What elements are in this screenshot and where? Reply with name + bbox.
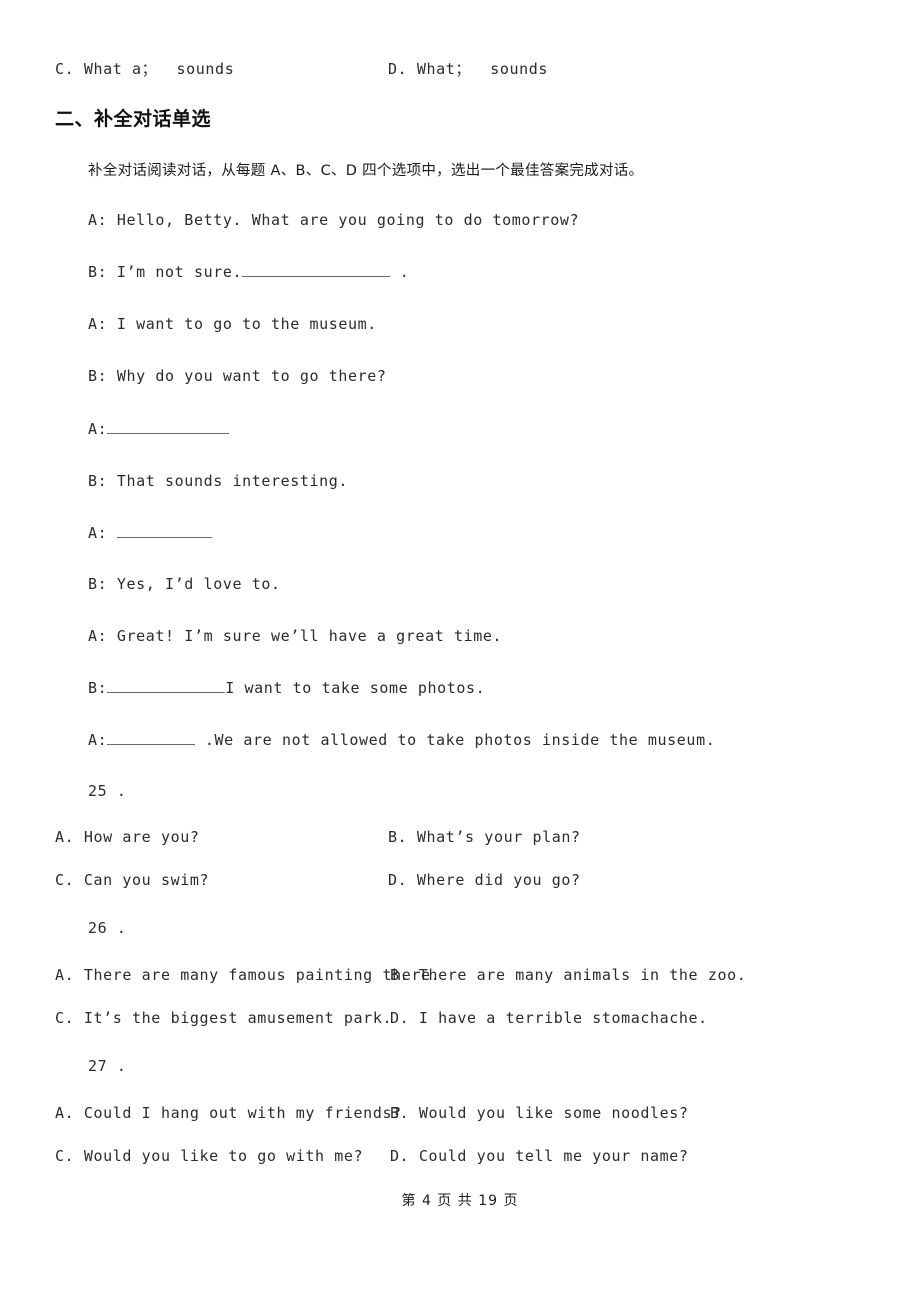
- option-row: A. There are many famous painting there.…: [55, 966, 885, 990]
- question-number-27: 27 .: [88, 1057, 127, 1075]
- section-instruction: 补全对话阅读对话，从每题 A、B、C、D 四个选项中，选出一个最佳答案完成对话。: [88, 163, 644, 179]
- option-row: C. Can you swim? D. Where did you go?: [55, 871, 885, 895]
- dialogue-line: A: I want to go to the museum.: [88, 315, 377, 333]
- option-c-carry-over: C. What a； sounds: [55, 60, 235, 78]
- dialogue-line: B: That sounds interesting.: [88, 472, 348, 490]
- question-26-option-a[interactable]: A. There are many famous painting there.: [55, 966, 440, 984]
- question-26-option-d[interactable]: D. I have a terrible stomachache.: [390, 1009, 708, 1027]
- dialogue-text: A: I want to go to the museum.: [88, 315, 377, 333]
- dialogue-text: A:: [88, 420, 108, 438]
- dialogue-line: A:: [88, 524, 212, 542]
- dialogue-line: A: Great! I’m sure we’ll have a great ti…: [88, 627, 502, 645]
- question-27-option-d[interactable]: D. Could you tell me your name?: [390, 1147, 689, 1165]
- answer-blank[interactable]: [107, 420, 230, 434]
- dialogue-text: B: Yes, I’d love to.: [88, 575, 281, 593]
- dialogue-text-tail: .We are not allowed to take photos insid…: [195, 731, 716, 749]
- dialogue-text: A:: [88, 524, 117, 542]
- exam-page: C. What a； sounds D. What； sounds 二、补全对话…: [0, 0, 920, 1302]
- question-25-option-a[interactable]: A. How are you?: [55, 828, 199, 846]
- dialogue-text: A: Great! I’m sure we’ll have a great ti…: [88, 627, 503, 645]
- question-number-26: 26 .: [88, 919, 127, 937]
- question-27-option-a[interactable]: A. Could I hang out with my friends?: [55, 1104, 402, 1122]
- dialogue-text: B: Why do you want to go there?: [88, 367, 387, 385]
- dialogue-text: B: I’m not sure.: [88, 263, 243, 281]
- answer-blank[interactable]: [107, 731, 196, 745]
- question-26-option-c[interactable]: C. It’s the biggest amusement park.: [55, 1009, 392, 1027]
- option-row: A. Could I hang out with my friends? B. …: [55, 1104, 885, 1128]
- option-row: A. How are you? B. What’s your plan?: [55, 828, 885, 852]
- dialogue-line: B: I’m not sure. .: [88, 263, 409, 281]
- dialogue-text-tail: .: [390, 263, 410, 281]
- dialogue-line: B: Yes, I’d love to.: [88, 575, 281, 593]
- question-25-option-c[interactable]: C. Can you swim?: [55, 871, 209, 889]
- dialogue-line: A:: [88, 420, 230, 438]
- question-26-option-b[interactable]: B. There are many animals in the zoo.: [390, 966, 746, 984]
- dialogue-line: A: Hello, Betty. What are you going to d…: [88, 211, 579, 229]
- dialogue-text: A:: [88, 731, 108, 749]
- dialogue-text-tail: I want to take some photos.: [225, 679, 486, 697]
- question-25-option-d[interactable]: D. Where did you go?: [388, 871, 581, 889]
- answer-blank[interactable]: [242, 263, 391, 277]
- dialogue-line: A: .We are not allowed to take photos in…: [88, 731, 715, 749]
- dialogue-line: B: Why do you want to go there?: [88, 367, 387, 385]
- dialogue-text: A: Hello, Betty. What are you going to d…: [88, 211, 580, 229]
- section-heading: 二、补全对话单选: [55, 108, 212, 130]
- dialogue-text: B:: [88, 679, 108, 697]
- page-footer: 第 4 页 共 19 页: [401, 1193, 519, 1209]
- option-row: C. Would you like to go with me? D. Coul…: [55, 1147, 885, 1171]
- option-row: C. It’s the biggest amusement park. D. I…: [55, 1009, 885, 1033]
- question-number-25: 25 .: [88, 782, 127, 800]
- answer-blank[interactable]: [116, 524, 212, 538]
- question-25-option-b[interactable]: B. What’s your plan?: [388, 828, 581, 846]
- question-27-option-b[interactable]: B. Would you like some noodles?: [390, 1104, 689, 1122]
- answer-blank[interactable]: [107, 679, 226, 693]
- carry-over-option-row: C. What a； sounds D. What； sounds: [55, 58, 865, 84]
- dialogue-line: B: I want to take some photos.: [88, 679, 485, 697]
- option-d-carry-over: D. What； sounds: [388, 60, 549, 78]
- dialogue-text: B: That sounds interesting.: [88, 472, 349, 490]
- question-27-option-c[interactable]: C. Would you like to go with me?: [55, 1147, 363, 1165]
